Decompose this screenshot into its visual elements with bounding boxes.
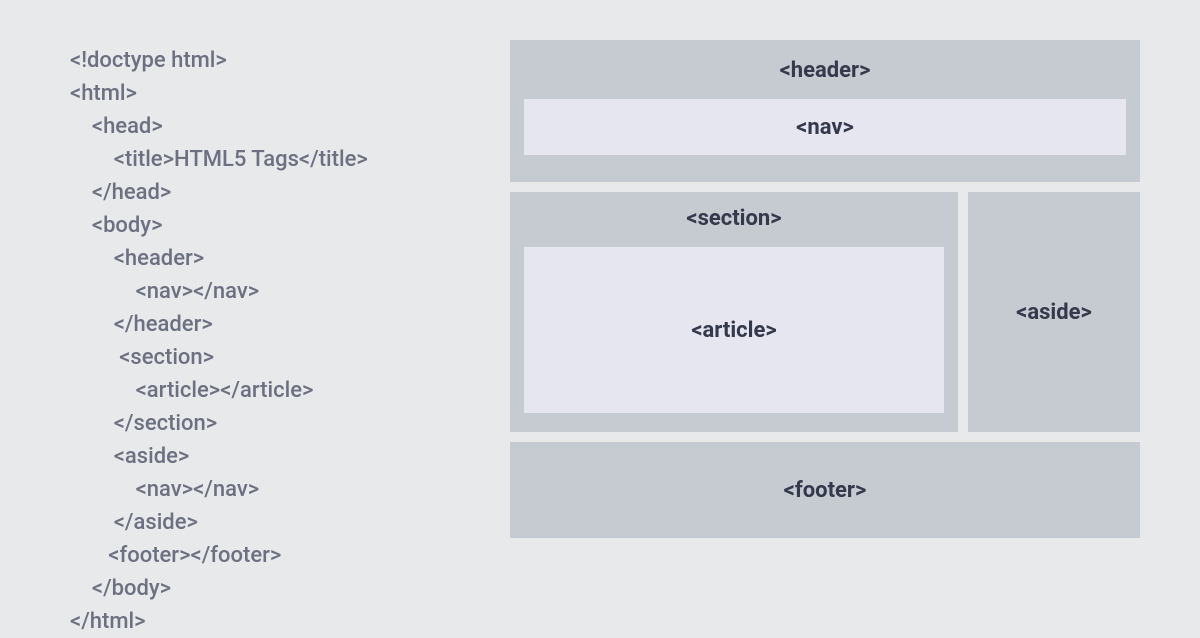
aside-region: <aside> bbox=[968, 192, 1140, 432]
code-line: </html> bbox=[70, 605, 490, 638]
aside-label: <aside> bbox=[1016, 300, 1092, 325]
mid-row: <section> <article> <aside> bbox=[510, 192, 1140, 432]
article-label: <article> bbox=[691, 318, 776, 343]
code-listing: <!doctype html> <html> <head> <title>HTM… bbox=[70, 40, 490, 638]
code-line: <nav></nav> bbox=[70, 275, 490, 308]
code-line: <title>HTML5 Tags</title> bbox=[70, 143, 490, 176]
footer-region: <footer> bbox=[510, 442, 1140, 538]
header-region: <header> <nav> bbox=[510, 40, 1140, 182]
code-line: </head> bbox=[70, 176, 490, 209]
article-region: <article> bbox=[524, 247, 944, 413]
code-line: <footer></footer> bbox=[70, 539, 490, 572]
code-line: <html> bbox=[70, 77, 490, 110]
code-line: <section> bbox=[70, 341, 490, 374]
code-line: <body> bbox=[70, 209, 490, 242]
code-line: </section> bbox=[70, 407, 490, 440]
code-line: </header> bbox=[70, 308, 490, 341]
code-line: </body> bbox=[70, 572, 490, 605]
footer-label: <footer> bbox=[784, 478, 867, 503]
layout-diagram: <header> <nav> <section> <article> <asid… bbox=[510, 40, 1140, 538]
code-line: <article></article> bbox=[70, 374, 490, 407]
code-line: <!doctype html> bbox=[70, 44, 490, 77]
section-label: <section> bbox=[686, 206, 781, 231]
code-line: <aside> bbox=[70, 440, 490, 473]
header-label: <header> bbox=[780, 58, 871, 83]
code-line: <nav></nav> bbox=[70, 473, 490, 506]
code-line: <header> bbox=[70, 242, 490, 275]
nav-label: <nav> bbox=[796, 115, 854, 140]
nav-region: <nav> bbox=[524, 99, 1126, 155]
section-region: <section> <article> bbox=[510, 192, 958, 432]
code-line: <head> bbox=[70, 110, 490, 143]
code-line: </aside> bbox=[70, 506, 490, 539]
